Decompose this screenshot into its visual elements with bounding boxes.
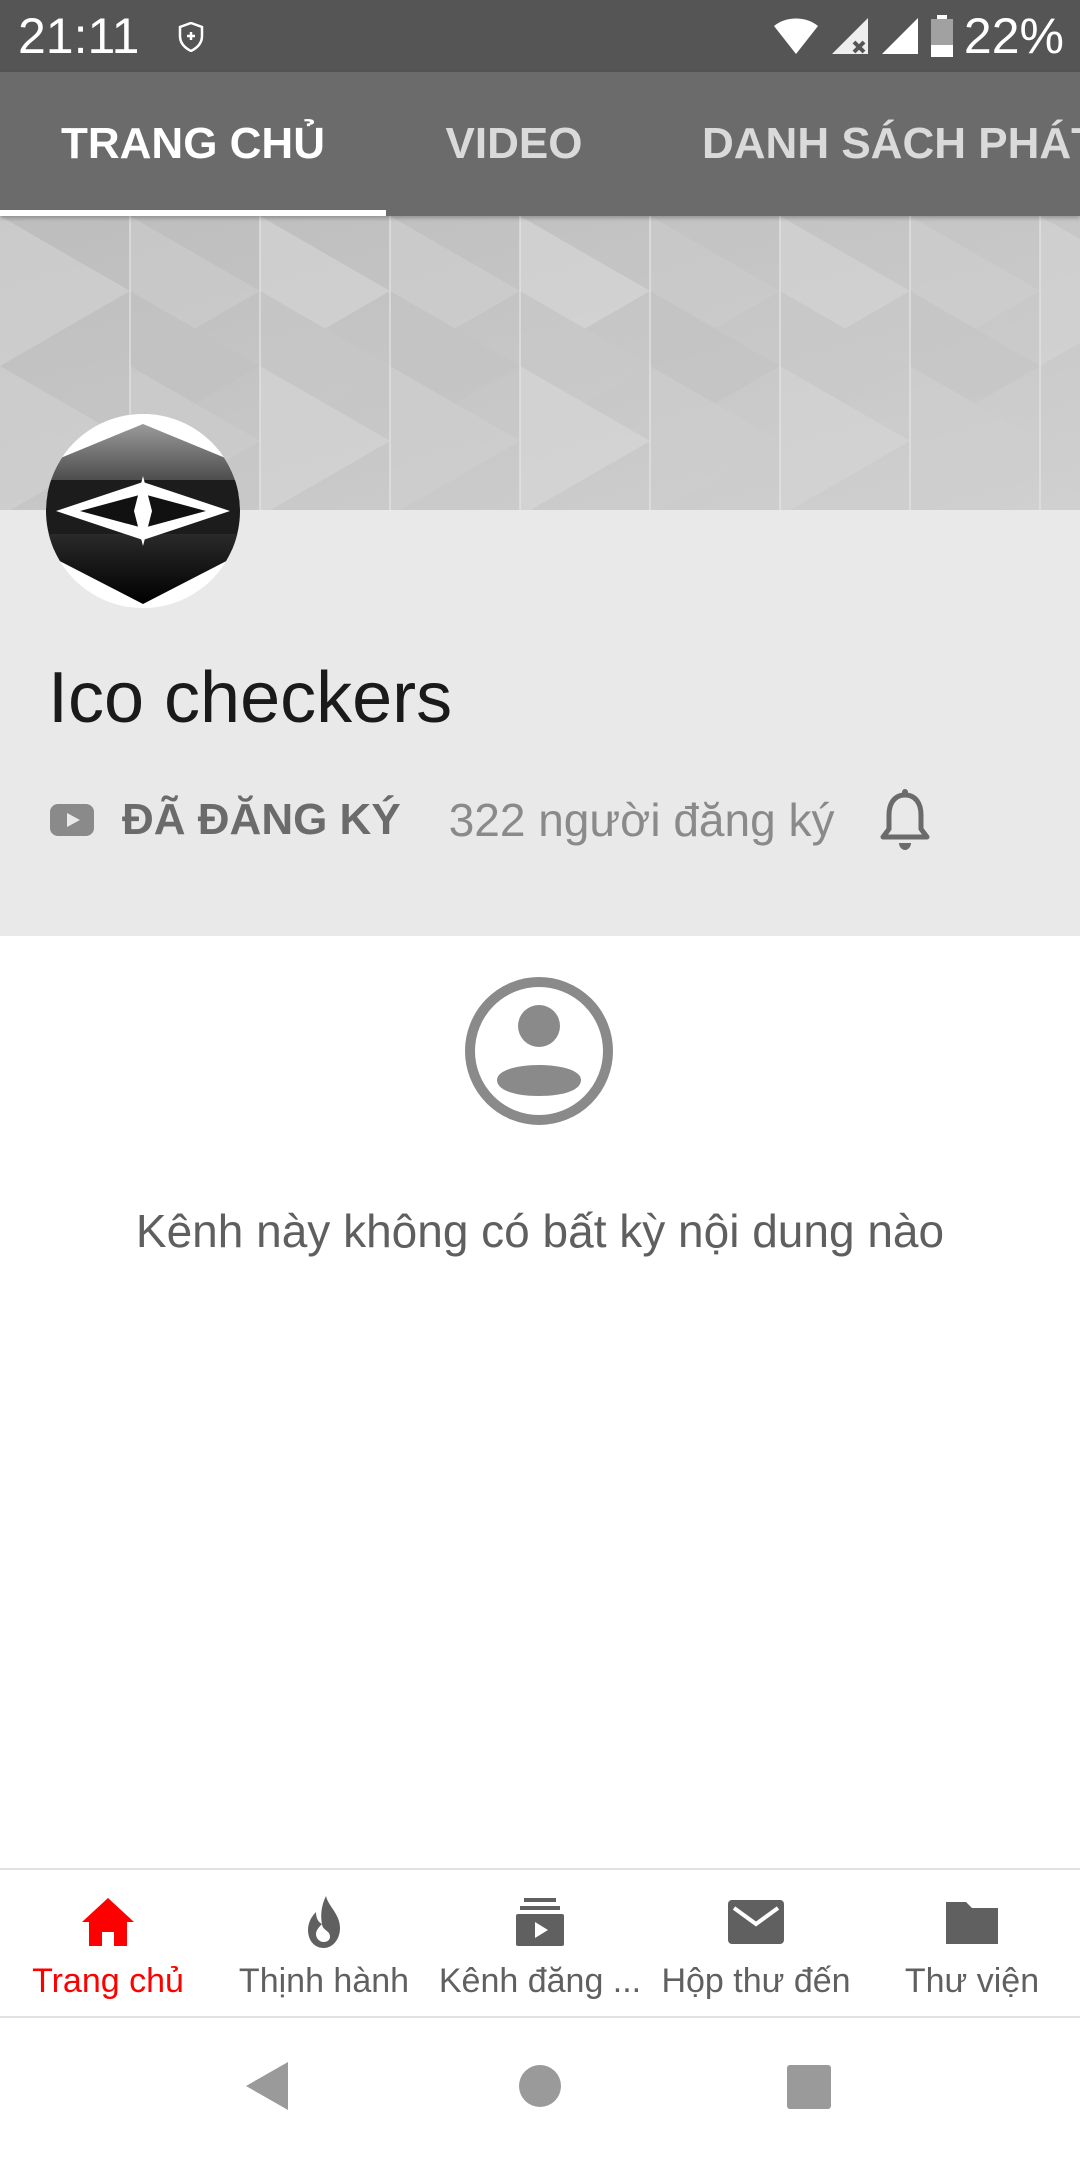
wifi-icon	[773, 18, 818, 54]
recents-square-icon[interactable]	[786, 2064, 832, 2110]
tab-video[interactable]: VIDEO	[386, 72, 642, 216]
nav-library-label: Thư viện	[904, 1962, 1040, 2000]
subscriptions-icon	[516, 1898, 564, 1946]
nav-home[interactable]: Trang chủ	[0, 1870, 216, 2020]
back-icon[interactable]	[244, 2060, 290, 2112]
library-folder-icon	[946, 1902, 998, 1944]
home-circle-icon[interactable]	[518, 2064, 562, 2108]
youtube-play-icon	[50, 804, 94, 836]
system-navigation-bar	[0, 2018, 1080, 2160]
subscribed-button[interactable]: ĐÃ ĐĂNG KÝ	[122, 795, 401, 845]
nav-home-label: Trang chủ	[32, 1962, 184, 2000]
channel-tab-bar: TRANG CHỦ VIDEO DANH SÁCH PHÁT	[0, 72, 1080, 216]
nav-inbox[interactable]: Hộp thư đến	[648, 1870, 864, 2020]
nav-inbox-label: Hộp thư đến	[661, 1962, 851, 2000]
signal-icon	[881, 18, 918, 54]
nav-trending[interactable]: Thịnh hành	[216, 1870, 432, 2020]
subscriber-count: 322 người đăng ký	[448, 794, 835, 846]
home-icon	[82, 1898, 134, 1946]
battery-percent: 22%	[963, 8, 1064, 64]
nav-trending-label: Thịnh hành	[238, 1962, 410, 2000]
tab-playlists[interactable]: DANH SÁCH PHÁT	[642, 72, 1080, 216]
shield-icon	[178, 22, 204, 52]
subscribe-row: ĐÃ ĐĂNG KÝ 322 người đăng ký	[50, 780, 932, 860]
channel-avatar[interactable]	[46, 414, 240, 608]
notification-bell-icon[interactable]	[878, 789, 932, 851]
status-time: 21:11	[18, 8, 140, 64]
inbox-mail-icon	[728, 1900, 784, 1944]
trending-flame-icon	[308, 1896, 340, 1948]
tab-home[interactable]: TRANG CHỦ	[0, 72, 386, 216]
channel-name: Ico checkers	[48, 658, 453, 738]
battery-icon	[930, 15, 953, 57]
nav-subscriptions-label: Kênh đăng ...	[438, 1962, 642, 2000]
nav-subscriptions[interactable]: Kênh đăng ...	[432, 1870, 648, 2020]
nav-library[interactable]: Thư viện	[864, 1870, 1080, 2020]
empty-channel-message: Kênh này không có bất kỳ nội dung nào	[135, 1205, 945, 1257]
bottom-navigation: Trang chủ Thịnh hành Kênh đăng ... Hộp t…	[0, 1868, 1080, 2018]
account-circle-icon	[465, 977, 613, 1125]
status-bar: 21:11 22%	[0, 0, 1080, 72]
status-icons: 22%	[772, 10, 1064, 62]
signal-no-data-icon	[831, 18, 868, 54]
active-tab-indicator	[0, 210, 386, 216]
